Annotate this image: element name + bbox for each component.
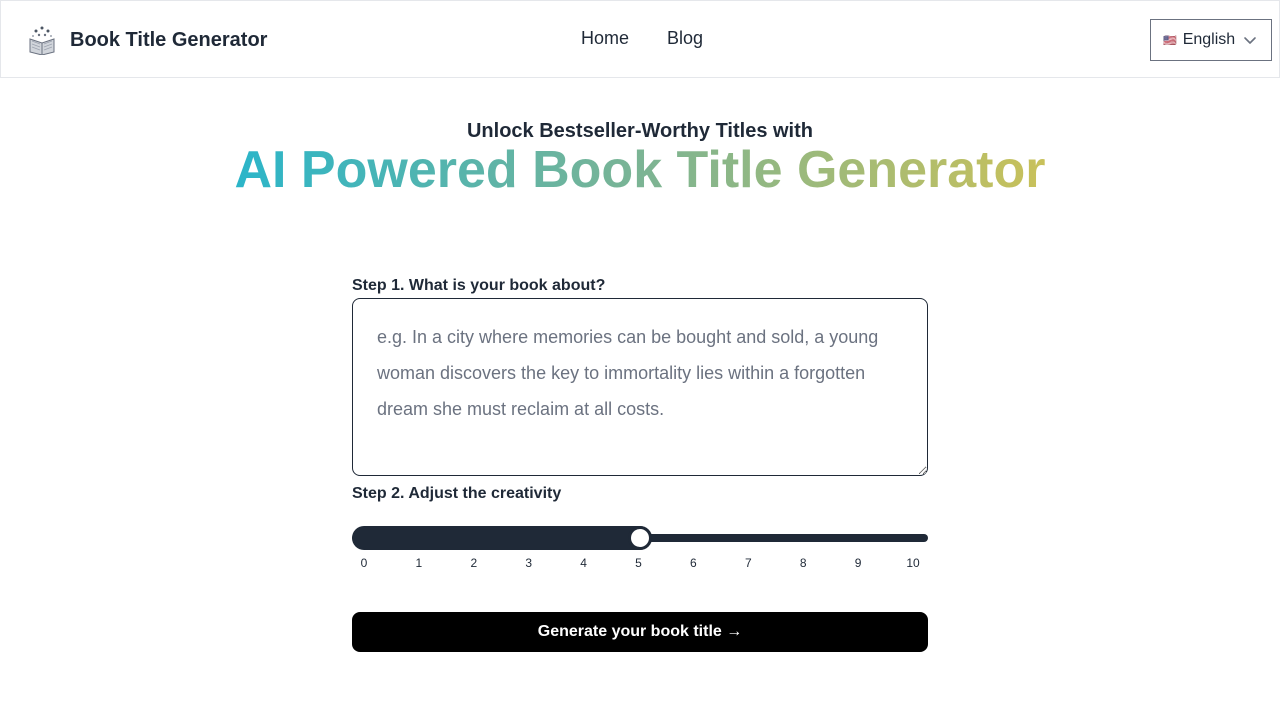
top-navbar: Book Title Generator Home Blog 🇺🇸 Englis…	[0, 0, 1280, 78]
slider-thumb[interactable]	[628, 526, 652, 550]
creativity-slider[interactable]	[352, 526, 928, 550]
slider-tick-label: 8	[799, 556, 807, 570]
slider-tick-label: 7	[744, 556, 752, 570]
generate-title-button[interactable]: Generate your book title →	[352, 612, 928, 652]
slider-tick-label: 10	[906, 556, 920, 570]
language-selected-label: English	[1182, 31, 1236, 48]
hero-title-text: AI Powered Book Title Generator	[234, 141, 1046, 199]
open-book-icon	[29, 26, 55, 55]
chevron-down-icon	[1244, 37, 1256, 44]
slider-tick-label: 0	[360, 556, 368, 570]
nav-link-blog[interactable]: Blog	[667, 28, 703, 49]
main-nav: Home Blog	[581, 28, 703, 49]
slider-fill	[352, 526, 652, 550]
slider-tick-label: 3	[525, 556, 533, 570]
nav-link-home[interactable]: Home	[581, 28, 629, 49]
step2-label: Step 2. Adjust the creativity	[352, 485, 562, 502]
brand[interactable]: Book Title Generator	[28, 25, 267, 55]
step1-label: Step 1. What is your book about?	[352, 277, 606, 294]
slider-tick-label: 6	[690, 556, 697, 570]
book-description-input[interactable]	[352, 298, 928, 476]
slider-tick-label: 9	[854, 556, 862, 570]
slider-tick-labels: 0 1 2 3 4 5 6 7 8 9 10	[352, 556, 928, 572]
slider-tick-label: 2	[470, 556, 478, 570]
slider-tick-label: 5	[635, 556, 642, 570]
slider-tick-label: 4	[580, 556, 587, 570]
language-select[interactable]: 🇺🇸 English	[1150, 19, 1272, 61]
brand-name: Book Title Generator	[70, 28, 268, 51]
slider-tick-label: 1	[415, 556, 423, 570]
flag-icon: 🇺🇸	[1163, 34, 1177, 47]
hero-title: AI Powered Book Title Generator	[0, 140, 1280, 200]
